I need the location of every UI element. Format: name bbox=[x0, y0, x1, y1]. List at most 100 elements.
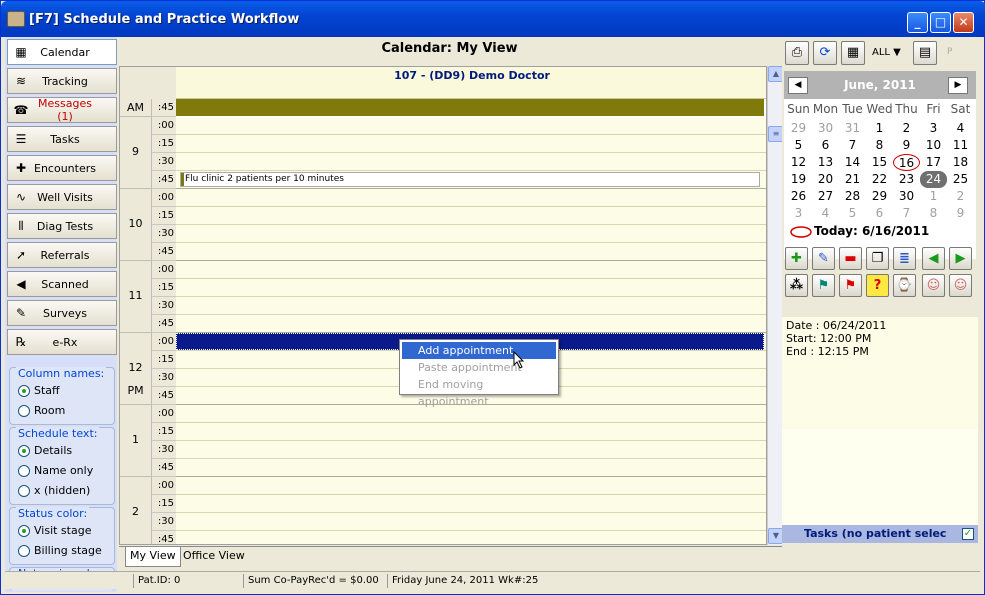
day-cell[interactable]: 15 bbox=[866, 154, 893, 171]
calculator-icon[interactable]: ▦ bbox=[841, 41, 865, 65]
day-cell[interactable]: 9 bbox=[947, 205, 974, 222]
day-cell[interactable]: 5 bbox=[785, 137, 812, 154]
radio-room-circle[interactable] bbox=[18, 404, 30, 417]
day-cell[interactable]: 8 bbox=[920, 205, 947, 222]
day-cell[interactable]: 9 bbox=[893, 137, 920, 154]
nav-phone[interactable]: ☎ Messages (1) bbox=[7, 97, 117, 123]
radio-visit-stage-circle[interactable] bbox=[18, 524, 30, 537]
refresh-icon[interactable]: ⟳ bbox=[813, 41, 837, 65]
delete-icon[interactable]: ▬ bbox=[839, 247, 862, 270]
day-cell[interactable]: 4 bbox=[947, 120, 974, 137]
day-cell[interactable]: 2 bbox=[893, 120, 920, 137]
day-cell[interactable]: 11 bbox=[947, 137, 974, 154]
patient-icon[interactable]: ☺ bbox=[922, 274, 945, 297]
grid-tool-icon[interactable]: ⁂ bbox=[785, 274, 808, 297]
time-slot[interactable] bbox=[176, 189, 766, 207]
day-cell[interactable]: 29 bbox=[866, 188, 893, 205]
minimize-button[interactable]: _ bbox=[907, 12, 928, 33]
day-cell[interactable]: 2 bbox=[947, 188, 974, 205]
time-slot[interactable] bbox=[176, 423, 766, 441]
close-button[interactable]: ✕ bbox=[953, 12, 974, 33]
stack-icon[interactable]: ≣ bbox=[893, 247, 916, 270]
radio-room[interactable]: Room bbox=[18, 404, 65, 417]
radio-visit-stage[interactable]: Visit stage bbox=[18, 524, 91, 537]
copy-icon[interactable]: ❐ bbox=[866, 247, 889, 270]
time-slot[interactable] bbox=[176, 495, 766, 513]
day-cell[interactable]: 30 bbox=[812, 120, 839, 137]
edit-pencil-icon[interactable]: ✎ bbox=[812, 247, 835, 270]
prev-month-button[interactable]: ◀ bbox=[788, 77, 808, 94]
today-label[interactable]: Today: 6/16/2011 bbox=[790, 224, 929, 239]
title-bar[interactable]: [F7] Schedule and Practice Workflow _ □ … bbox=[1, 1, 985, 37]
print-icon[interactable]: ⎙ bbox=[785, 41, 809, 65]
nav-tracking[interactable]: ≋ Tracking bbox=[7, 68, 117, 94]
settings-icon[interactable]: ▤ bbox=[913, 41, 937, 65]
nav-calendar[interactable]: ▦ Calendar bbox=[7, 39, 117, 65]
day-cell[interactable]: 28 bbox=[839, 188, 866, 205]
time-slot[interactable] bbox=[176, 243, 766, 261]
day-cell[interactable]: 13 bbox=[812, 154, 839, 171]
day-cell[interactable]: 23 bbox=[893, 171, 920, 188]
day-cell[interactable]: 12 bbox=[785, 154, 812, 171]
tab-my-view[interactable]: My View bbox=[125, 547, 181, 567]
clipboard-icon[interactable]: ⌚ bbox=[893, 274, 916, 297]
radio-staff-circle[interactable] bbox=[18, 384, 30, 397]
day-cell[interactable]: 26 bbox=[785, 188, 812, 205]
day-cell[interactable]: 24 bbox=[920, 171, 947, 188]
menu-paste-appointment[interactable]: Paste appointment bbox=[402, 359, 556, 376]
add-icon[interactable]: ✚ bbox=[785, 247, 808, 270]
day-cell[interactable]: 6 bbox=[866, 205, 893, 222]
nav-test-tubes[interactable]: ⫴ Diag Tests bbox=[7, 213, 117, 239]
time-slot[interactable] bbox=[176, 531, 766, 544]
day-cell[interactable]: 21 bbox=[839, 171, 866, 188]
day-cell[interactable]: 1 bbox=[866, 120, 893, 137]
time-slot[interactable] bbox=[176, 117, 766, 135]
forward-arrow-icon[interactable]: ▶ bbox=[949, 247, 972, 270]
time-slot[interactable] bbox=[176, 225, 766, 243]
day-cell[interactable]: 30 bbox=[893, 188, 920, 205]
menu-end-moving-appointment[interactable]: End moving appointment bbox=[402, 376, 556, 408]
day-cell[interactable]: 25 bbox=[947, 171, 974, 188]
day-cell[interactable]: 29 bbox=[785, 120, 812, 137]
day-cell[interactable]: 1 bbox=[920, 188, 947, 205]
back-arrow-icon[interactable]: ◀ bbox=[922, 247, 945, 270]
tasks-checkbox[interactable]: ✓ bbox=[962, 528, 974, 540]
day-cell-today[interactable]: 16 bbox=[893, 154, 920, 171]
day-cell[interactable]: 27 bbox=[812, 188, 839, 205]
time-slot[interactable] bbox=[176, 135, 766, 153]
day-cell[interactable]: 17 bbox=[920, 154, 947, 171]
day-cell[interactable]: 3 bbox=[785, 205, 812, 222]
day-cell[interactable]: 5 bbox=[839, 205, 866, 222]
radio-details-circle[interactable] bbox=[18, 444, 30, 457]
time-slot[interactable] bbox=[176, 459, 766, 477]
day-cell[interactable]: 19 bbox=[785, 171, 812, 188]
day-cell[interactable]: 4 bbox=[812, 205, 839, 222]
radio-staff[interactable]: Staff bbox=[18, 384, 60, 397]
menu-add-appointment[interactable]: Add appointment bbox=[402, 342, 556, 359]
time-slot-blocked[interactable] bbox=[176, 99, 764, 116]
time-slot[interactable] bbox=[176, 279, 766, 297]
day-cell[interactable]: 20 bbox=[812, 171, 839, 188]
flag-green-icon[interactable]: ⚑ bbox=[812, 274, 835, 297]
nav-surveys[interactable]: ✎ Surveys bbox=[7, 300, 117, 326]
day-cell[interactable]: 22 bbox=[866, 171, 893, 188]
time-slot[interactable] bbox=[176, 441, 766, 459]
nav-erx[interactable]: ℞ e-Rx bbox=[7, 329, 117, 355]
time-slot[interactable] bbox=[176, 207, 766, 225]
radio-details[interactable]: Details bbox=[18, 444, 72, 457]
day-cell[interactable]: 7 bbox=[839, 137, 866, 154]
nav-stethoscope[interactable]: ∿ Well Visits bbox=[7, 184, 117, 210]
time-slot[interactable] bbox=[176, 297, 766, 315]
radio-billing-stage[interactable]: Billing stage bbox=[18, 544, 102, 557]
day-cell[interactable]: 31 bbox=[839, 120, 866, 137]
day-cell[interactable]: 8 bbox=[866, 137, 893, 154]
day-cell[interactable]: 10 bbox=[920, 137, 947, 154]
nav-scanned[interactable]: ◀ Scanned bbox=[7, 271, 117, 297]
patient-search-icon[interactable]: ☺ bbox=[949, 274, 972, 297]
radio-hidden-circle[interactable] bbox=[18, 484, 30, 497]
doctor-column-header[interactable]: 107 - (DD9) Demo Doctor bbox=[176, 67, 766, 99]
appointment-block[interactable]: Flu clinic 2 patients per 10 minutes bbox=[180, 172, 760, 187]
day-cell[interactable]: 18 bbox=[947, 154, 974, 171]
filter-all-dropdown[interactable]: ALL ▼ bbox=[872, 47, 901, 58]
nav-tasks[interactable]: ☰ Tasks bbox=[7, 126, 117, 152]
